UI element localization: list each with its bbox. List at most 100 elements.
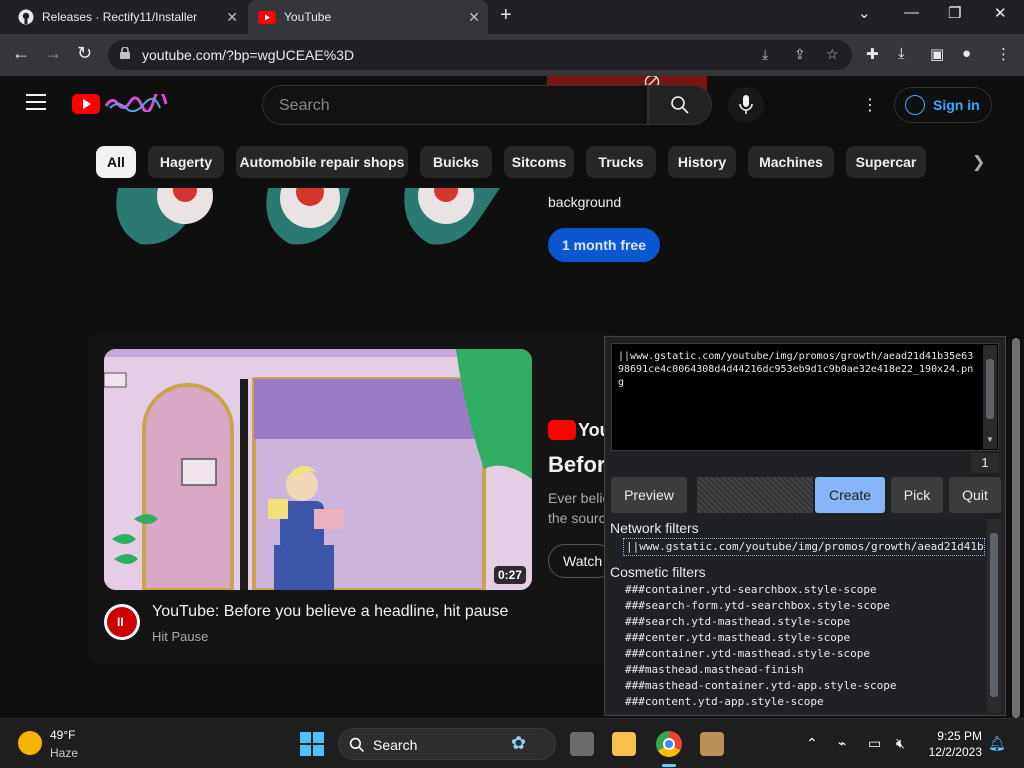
weather-haze-icon[interactable] bbox=[18, 731, 42, 755]
quit-button[interactable]: Quit bbox=[949, 477, 1001, 513]
voice-search-button[interactable] bbox=[728, 87, 764, 123]
bookmark-star-icon[interactable]: ☆ bbox=[826, 46, 839, 63]
github-icon bbox=[18, 9, 34, 25]
chip-sitcoms[interactable]: Sitcoms bbox=[504, 146, 574, 178]
match-count: 1 bbox=[971, 453, 999, 473]
taskbar-search-label: Search bbox=[373, 737, 418, 753]
ad-description-text: background bbox=[548, 194, 622, 210]
cosmetic-filter-item[interactable]: ###container.ytd-masthead.style-scope bbox=[625, 647, 870, 660]
chevron-right-icon[interactable]: ❯ bbox=[972, 152, 985, 172]
file-explorer-icon[interactable] bbox=[612, 732, 636, 756]
share-icon[interactable]: ⇪ bbox=[794, 46, 806, 63]
menu-kebab-icon[interactable]: ⋮ bbox=[996, 45, 1011, 63]
cosmetic-filter-item[interactable]: ###center.ytd-masthead.style-scope bbox=[625, 631, 850, 644]
chip-automobile-repair[interactable]: Automobile repair shops bbox=[236, 146, 408, 178]
search-highlight-icon: ✿ bbox=[511, 733, 527, 753]
youtube-logo-icon bbox=[548, 420, 576, 440]
youtube-favicon-icon bbox=[258, 10, 276, 24]
close-tab-icon[interactable]: ✕ bbox=[468, 9, 480, 26]
chip-all[interactable]: All bbox=[96, 146, 136, 178]
browser-toolbar: ← → ↻ youtube.com/?bp=wgUCEAE%3D ⤓ ⇪ ☆ ✚… bbox=[0, 34, 1024, 76]
picker-buttons: Preview Create Pick Quit bbox=[611, 477, 1001, 513]
cosmetic-filter-item[interactable]: ###content.ytd-app.style-scope bbox=[625, 695, 824, 708]
cosmetic-filter-item[interactable]: ###masthead.masthead-finish bbox=[625, 663, 804, 676]
extensions-icon[interactable]: ✚ bbox=[866, 45, 879, 63]
filter-prefix: || bbox=[618, 351, 631, 362]
url-text: youtube.com/?bp=wgUCEAE%3D bbox=[142, 47, 355, 63]
notifications-bell-icon[interactable]: 🔔︎ bbox=[988, 735, 1006, 752]
forward-button[interactable]: → bbox=[44, 43, 62, 64]
address-bar[interactable]: youtube.com/?bp=wgUCEAE%3D ⤓ ⇪ ☆ bbox=[108, 40, 852, 70]
create-button[interactable]: Create bbox=[815, 477, 885, 513]
cosmetic-filter-item[interactable]: ###search.ytd-masthead.style-scope bbox=[625, 615, 850, 628]
channel-name[interactable]: Hit Pause bbox=[152, 629, 208, 644]
install-app-icon[interactable]: ⤓ bbox=[762, 46, 768, 63]
reload-button[interactable]: ↻ bbox=[77, 43, 92, 64]
display-icon[interactable]: ▭ bbox=[868, 735, 881, 752]
page-scrollbar[interactable] bbox=[1012, 338, 1020, 718]
channel-avatar[interactable]: II bbox=[104, 604, 140, 640]
chip-buicks[interactable]: Buicks bbox=[420, 146, 492, 178]
tab-title: Releases · Rectify11/Installer bbox=[42, 10, 198, 24]
active-app-underline bbox=[662, 764, 676, 767]
restore-button[interactable]: ❐ bbox=[948, 4, 961, 22]
tab-search-icon[interactable]: ⌄ bbox=[858, 4, 871, 22]
preview-button[interactable]: Preview bbox=[611, 477, 687, 513]
cosmetic-filter-item[interactable]: ###container.ytd-searchbox.style-scope bbox=[625, 583, 877, 596]
back-button[interactable]: ← bbox=[12, 43, 30, 64]
video-thumbnail[interactable] bbox=[104, 349, 532, 590]
sign-in-button[interactable]: Sign in bbox=[894, 87, 992, 123]
cosmetic-filter-item[interactable]: ###search-form.ytd-searchbox.style-scope bbox=[625, 599, 890, 612]
tab-github-releases[interactable]: Releases · Rectify11/Installer ✕ bbox=[8, 0, 246, 34]
textarea-scrollbar[interactable]: ▼ bbox=[983, 345, 997, 449]
search-placeholder: Search bbox=[279, 97, 330, 114]
task-view-icon[interactable] bbox=[570, 732, 594, 756]
filters-list-scrollbar[interactable] bbox=[987, 519, 1001, 713]
scroll-down-icon[interactable]: ▼ bbox=[986, 435, 994, 444]
thumbnail-illustration bbox=[104, 349, 532, 590]
profile-icon[interactable]: ● bbox=[962, 45, 971, 62]
settings-kebab-icon[interactable]: ⋮ bbox=[862, 95, 878, 115]
chip-trucks[interactable]: Trucks bbox=[586, 146, 656, 178]
minimize-button[interactable]: — bbox=[904, 4, 919, 21]
element-picker-panel: ||www.gstatic.com/youtube/img/promos/gro… bbox=[604, 336, 1006, 716]
volume-muted-icon[interactable]: 🔇︎ bbox=[896, 735, 905, 752]
chip-supercar[interactable]: Supercar bbox=[846, 146, 926, 178]
chip-history[interactable]: History bbox=[668, 146, 736, 178]
taskbar-search-box[interactable]: Search ✿ bbox=[338, 728, 556, 760]
side-panel-icon[interactable]: ▣ bbox=[930, 45, 944, 63]
promo-headline: Befor bbox=[548, 452, 606, 477]
search-button[interactable] bbox=[648, 85, 712, 125]
search-input[interactable]: Search bbox=[262, 85, 648, 125]
store-icon[interactable] bbox=[700, 732, 724, 756]
cosmetic-filters-title: Cosmetic filters bbox=[610, 564, 706, 580]
chip-machines[interactable]: Machines bbox=[748, 146, 834, 178]
network-filters-title: Network filters bbox=[610, 520, 699, 536]
weather-temperature: 49°F bbox=[50, 728, 76, 742]
network-filter-item[interactable]: ||www.gstatic.com/youtube/img/promos/gro… bbox=[623, 538, 985, 556]
chrome-taskbar-icon[interactable] bbox=[656, 731, 682, 757]
start-button-windows-icon[interactable] bbox=[300, 732, 324, 756]
promo-description: Ever belie the sourc bbox=[548, 488, 610, 528]
close-tab-icon[interactable]: ✕ bbox=[226, 9, 238, 26]
network-icon[interactable]: ⌁ bbox=[838, 735, 846, 752]
chip-hagerty[interactable]: Hagerty bbox=[148, 146, 224, 178]
taskbar-clock[interactable]: 9:25 PM 12/2/2023 bbox=[922, 728, 982, 760]
ad-banner-illustration bbox=[116, 188, 500, 245]
cosmetic-filter-item[interactable]: ###masthead-container.ytd-app.style-scop… bbox=[625, 679, 897, 692]
new-tab-button[interactable]: + bbox=[500, 4, 512, 27]
picker-drag-handle[interactable] bbox=[697, 477, 813, 513]
video-title[interactable]: YouTube: Before you believe a headline, … bbox=[152, 603, 508, 621]
account-icon bbox=[905, 95, 925, 115]
one-month-free-button[interactable]: 1 month free bbox=[548, 228, 660, 262]
search-icon bbox=[349, 737, 364, 752]
hamburger-menu-icon[interactable] bbox=[26, 94, 46, 115]
close-window-button[interactable]: ✕ bbox=[994, 4, 1007, 22]
tray-chevron-up-icon[interactable]: ⌃ bbox=[806, 735, 818, 752]
tab-youtube[interactable]: YouTube ✕ bbox=[248, 0, 488, 34]
pause-icon: II bbox=[117, 615, 124, 629]
downloads-icon[interactable]: ⤓ bbox=[898, 45, 905, 62]
youtube-logo-icon[interactable] bbox=[72, 94, 100, 114]
filter-textarea[interactable]: ||www.gstatic.com/youtube/img/promos/gro… bbox=[611, 343, 999, 451]
pick-button[interactable]: Pick bbox=[891, 477, 943, 513]
